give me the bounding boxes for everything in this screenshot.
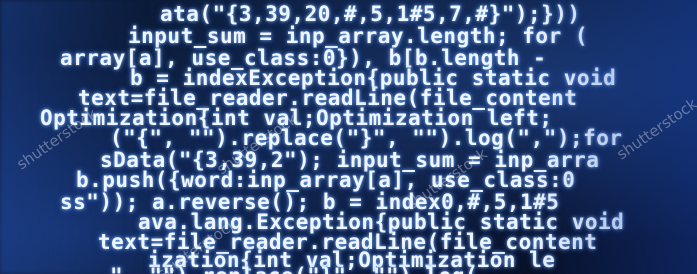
code-line-2: input_sum = inp_array.length; for ( [128,24,589,48]
code-line-1: ata("{3,39,20,#,5,1#5,7,#}");})) [160,2,581,26]
code-screen-photo: ata("{3,39,20,#,5,1#5,7,#}");})) input_s… [0,0,697,274]
right-blue-glow [527,0,697,274]
code-line-9: b.push({word:inp_array[a], use_class:0 [76,168,576,192]
